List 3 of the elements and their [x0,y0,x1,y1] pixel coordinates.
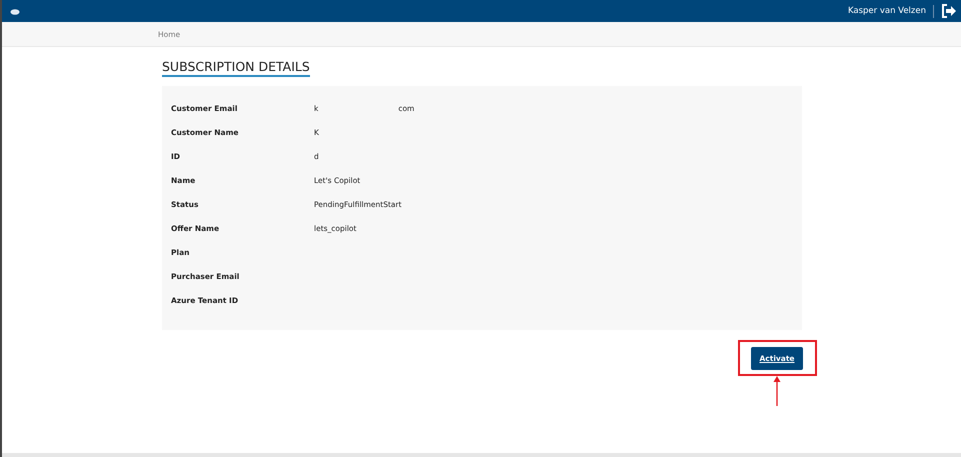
user-name: Kasper van Velzen [848,6,926,16]
sign-out-icon[interactable] [941,4,957,18]
page-title: SUBSCRIPTION DETAILS [162,59,310,77]
